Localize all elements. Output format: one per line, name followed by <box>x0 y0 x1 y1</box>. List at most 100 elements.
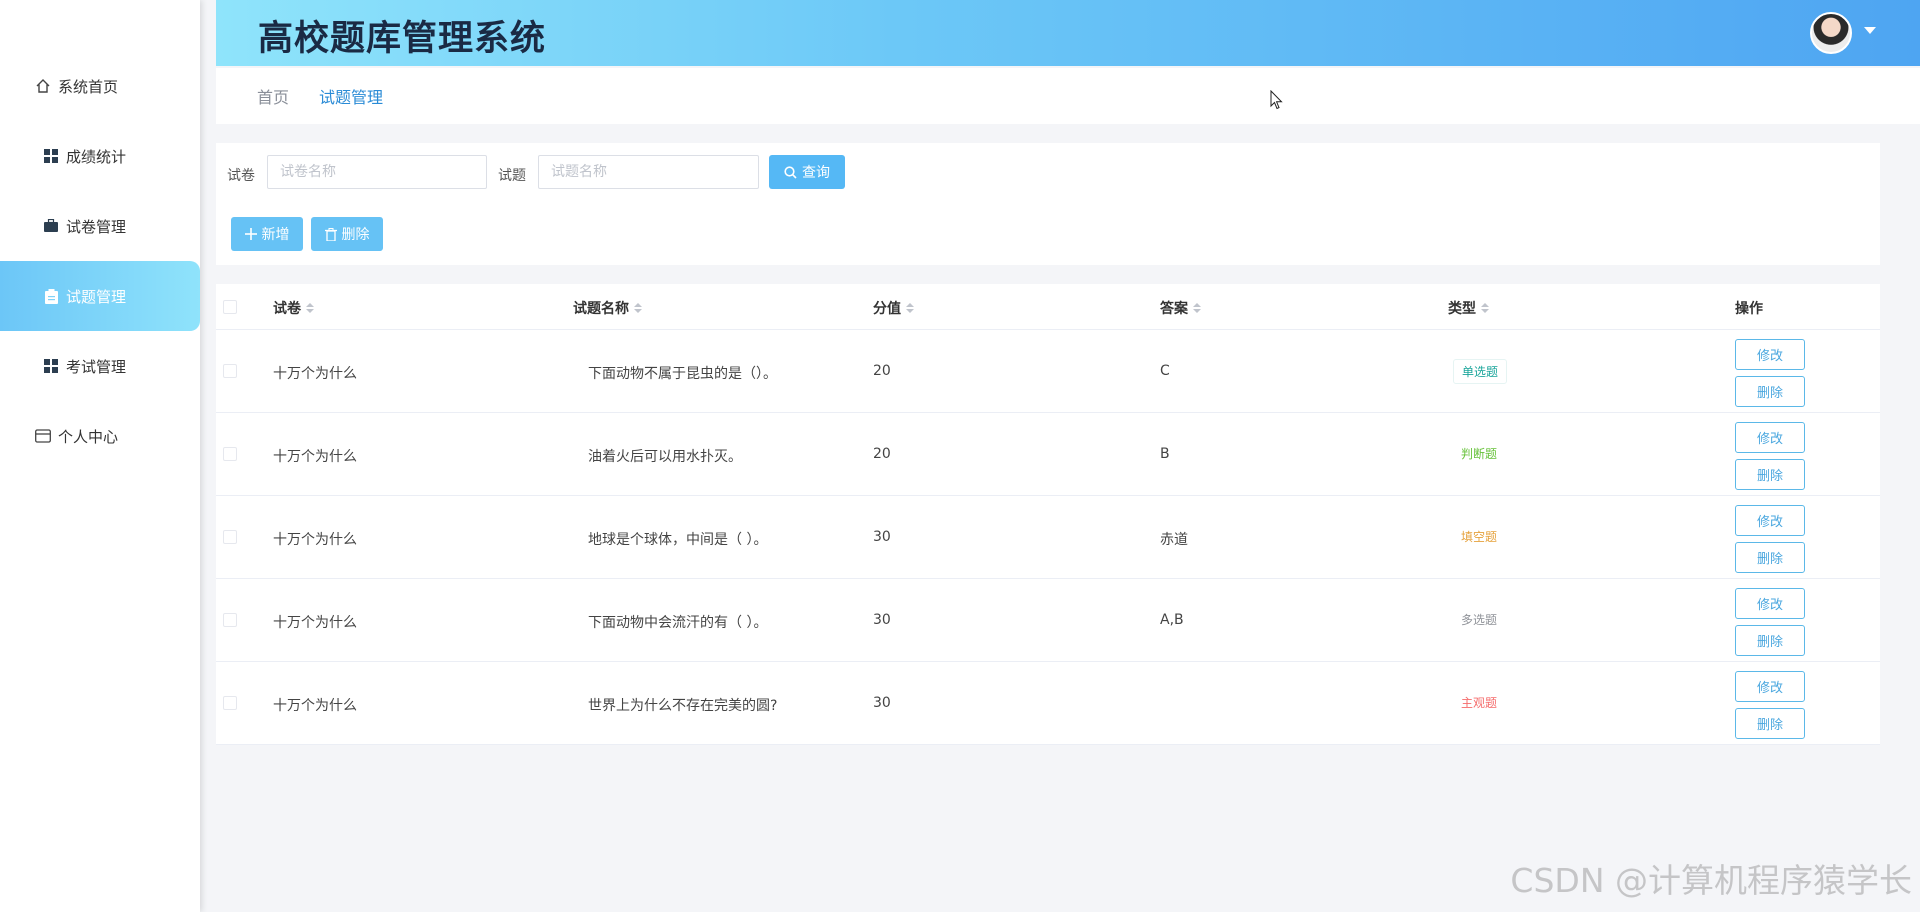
edit-button[interactable]: 修改 <box>1735 588 1805 619</box>
type-tag: 判断题 <box>1453 442 1506 465</box>
edit-button[interactable]: 修改 <box>1735 339 1805 370</box>
top-header: 高校题库管理系统 <box>216 0 1920 66</box>
batch-delete-button[interactable]: 删除 <box>311 217 383 251</box>
grid-icon <box>42 147 60 165</box>
sort-icon[interactable] <box>1193 303 1201 313</box>
table-header: 试卷 试题名称 分值 答案 类型 操作 <box>216 284 1880 330</box>
chevron-down-icon[interactable] <box>1864 27 1876 34</box>
cell-question: 地球是个球体，中间是（ ）。 <box>588 532 768 548</box>
edit-button[interactable]: 修改 <box>1735 505 1805 536</box>
row-checkbox[interactable] <box>223 530 237 544</box>
column-header-label: 答案 <box>1160 301 1188 317</box>
sidebar-item-label: 考试管理 <box>66 357 127 376</box>
column-header-actions: 操作 <box>1735 298 1763 318</box>
row-checkbox[interactable] <box>223 613 237 627</box>
cell-question: 世界上为什么不存在完美的圆? <box>588 698 778 714</box>
sidebar: 系统首页 成绩统计 试卷管理 试题管理 考试管理 个人中心 <box>0 0 200 912</box>
delete-button[interactable]: 删除 <box>1735 625 1805 656</box>
avatar[interactable] <box>1810 12 1852 54</box>
search-panel: 试卷 试题 查询 新增 删除 <box>216 143 1880 265</box>
sort-icon[interactable] <box>1481 303 1489 313</box>
sidebar-item-personal-center[interactable]: 个人中心 <box>0 401 200 471</box>
row-checkbox[interactable] <box>223 696 237 710</box>
delete-button[interactable]: 删除 <box>1735 376 1805 407</box>
cell-question: 油着火后可以用水扑灭。 <box>588 449 742 465</box>
add-button[interactable]: 新增 <box>231 217 303 251</box>
plus-icon <box>244 228 257 240</box>
watermark: CSDN @计算机程序猿学长 <box>1510 861 1912 900</box>
breadcrumb: 首页 试题管理 <box>216 68 1920 124</box>
paper-label: 试卷 <box>227 168 255 184</box>
sidebar-item-exam-management[interactable]: 考试管理 <box>0 331 200 401</box>
delete-button[interactable]: 删除 <box>1735 459 1805 490</box>
sort-icon[interactable] <box>906 303 914 313</box>
sort-icon[interactable] <box>634 303 642 313</box>
grid-icon <box>42 357 60 375</box>
cell-answer: C <box>1160 363 1170 379</box>
cell-paper: 十万个为什么 <box>273 449 357 465</box>
query-button-label: 查询 <box>802 165 830 181</box>
cell-answer: B <box>1160 446 1170 462</box>
row-checkbox[interactable] <box>223 364 237 378</box>
sidebar-item-label: 试卷管理 <box>66 217 127 236</box>
column-header-question[interactable]: 试题名称 <box>573 298 642 318</box>
type-tag: 单选题 <box>1453 359 1508 384</box>
briefcase-icon <box>42 217 60 235</box>
column-header-label: 试卷 <box>273 301 301 317</box>
column-header-label: 操作 <box>1735 301 1763 317</box>
question-search-input[interactable] <box>538 155 759 189</box>
sidebar-item-score-stats[interactable]: 成绩统计 <box>0 121 200 191</box>
row-checkbox[interactable] <box>223 447 237 461</box>
select-all-checkbox[interactable] <box>223 300 237 314</box>
column-header-type[interactable]: 类型 <box>1448 298 1489 318</box>
cell-question: 下面动物不属于昆虫的是（）。 <box>588 366 777 382</box>
table-row: 十万个为什么 下面动物不属于昆虫的是（）。 20 C 单选题 修改 删除 <box>216 330 1880 413</box>
cell-answer: 赤道 <box>1160 532 1188 548</box>
type-tag: 填空题 <box>1453 525 1506 548</box>
column-header-paper[interactable]: 试卷 <box>273 298 314 318</box>
table-row: 十万个为什么 世界上为什么不存在完美的圆? 30 主观题 修改 删除 <box>216 662 1880 745</box>
type-tag: 主观题 <box>1453 691 1506 714</box>
query-button[interactable]: 查询 <box>769 155 845 189</box>
trash-icon <box>324 227 337 241</box>
home-icon <box>34 77 52 95</box>
sidebar-item-label: 成绩统计 <box>66 147 127 166</box>
question-label: 试题 <box>498 168 526 184</box>
cell-paper: 十万个为什么 <box>273 698 357 714</box>
column-header-label: 分值 <box>873 301 901 317</box>
type-tag: 多选题 <box>1453 608 1506 631</box>
sidebar-item-paper-management[interactable]: 试卷管理 <box>0 191 200 261</box>
card-icon <box>34 427 52 445</box>
sidebar-item-home[interactable]: 系统首页 <box>0 51 200 121</box>
cell-paper: 十万个为什么 <box>273 366 357 382</box>
cell-score: 30 <box>873 612 891 628</box>
column-header-answer[interactable]: 答案 <box>1160 298 1201 318</box>
delete-button[interactable]: 删除 <box>1735 542 1805 573</box>
table-row: 十万个为什么 下面动物中会流汗的有（ ）。 30 A,B 多选题 修改 删除 <box>216 579 1880 662</box>
sidebar-item-label: 个人中心 <box>58 427 119 446</box>
paper-search-input[interactable] <box>267 155 487 189</box>
column-header-score[interactable]: 分值 <box>873 298 914 318</box>
table-row: 十万个为什么 地球是个球体，中间是（ ）。 30 赤道 填空题 修改 删除 <box>216 496 1880 579</box>
cell-score: 30 <box>873 529 891 545</box>
cell-score: 20 <box>873 446 891 462</box>
sidebar-item-label: 系统首页 <box>58 77 119 96</box>
table-row: 十万个为什么 油着火后可以用水扑灭。 20 B 判断题 修改 删除 <box>216 413 1880 496</box>
edit-button[interactable]: 修改 <box>1735 422 1805 453</box>
search-icon <box>784 165 797 179</box>
mouse-cursor-icon <box>1270 90 1283 110</box>
delete-button[interactable]: 删除 <box>1735 708 1805 739</box>
breadcrumb-home[interactable]: 首页 <box>257 84 289 108</box>
cell-paper: 十万个为什么 <box>273 615 357 631</box>
column-header-label: 试题名称 <box>573 301 629 317</box>
question-table: 试卷 试题名称 分值 答案 类型 操作 十万个为什么 下面动物不属于昆虫的是（）… <box>216 284 1880 745</box>
sort-icon[interactable] <box>306 303 314 313</box>
cell-answer: A,B <box>1160 612 1184 628</box>
cell-question: 下面动物中会流汗的有（ ）。 <box>588 615 768 631</box>
column-header-label: 类型 <box>1448 301 1476 317</box>
edit-button[interactable]: 修改 <box>1735 671 1805 702</box>
clipboard-icon <box>42 287 60 305</box>
cell-score: 30 <box>873 695 891 711</box>
cell-score: 20 <box>873 363 891 379</box>
sidebar-item-question-management[interactable]: 试题管理 <box>0 261 200 331</box>
